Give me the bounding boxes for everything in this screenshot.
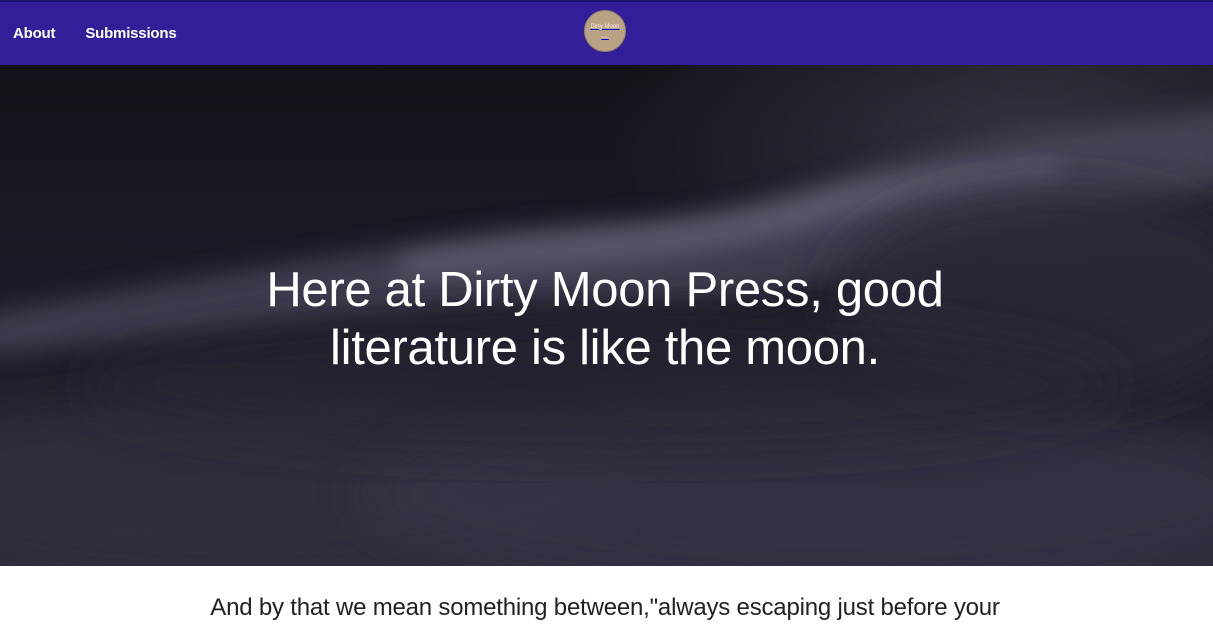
page: About Submissions Dirty Moon press Here … — [0, 0, 1213, 624]
main-nav: About Submissions — [13, 2, 177, 65]
nav-link-about[interactable]: About — [13, 25, 56, 42]
hero-banner: Here at Dirty Moon Press, good literatur… — [0, 65, 1213, 566]
nav-link-submissions[interactable]: Submissions — [85, 25, 176, 42]
site-logo[interactable]: Dirty Moon press — [584, 10, 626, 52]
hero-heading: Here at Dirty Moon Press, good literatur… — [266, 263, 944, 375]
top-nav-bar: About Submissions Dirty Moon press — [0, 0, 1213, 65]
logo-text: Dirty Moon — [590, 23, 620, 30]
intro-paragraph: And by that we mean something between,"a… — [210, 594, 1000, 621]
logo-subtext: press — [601, 34, 609, 39]
